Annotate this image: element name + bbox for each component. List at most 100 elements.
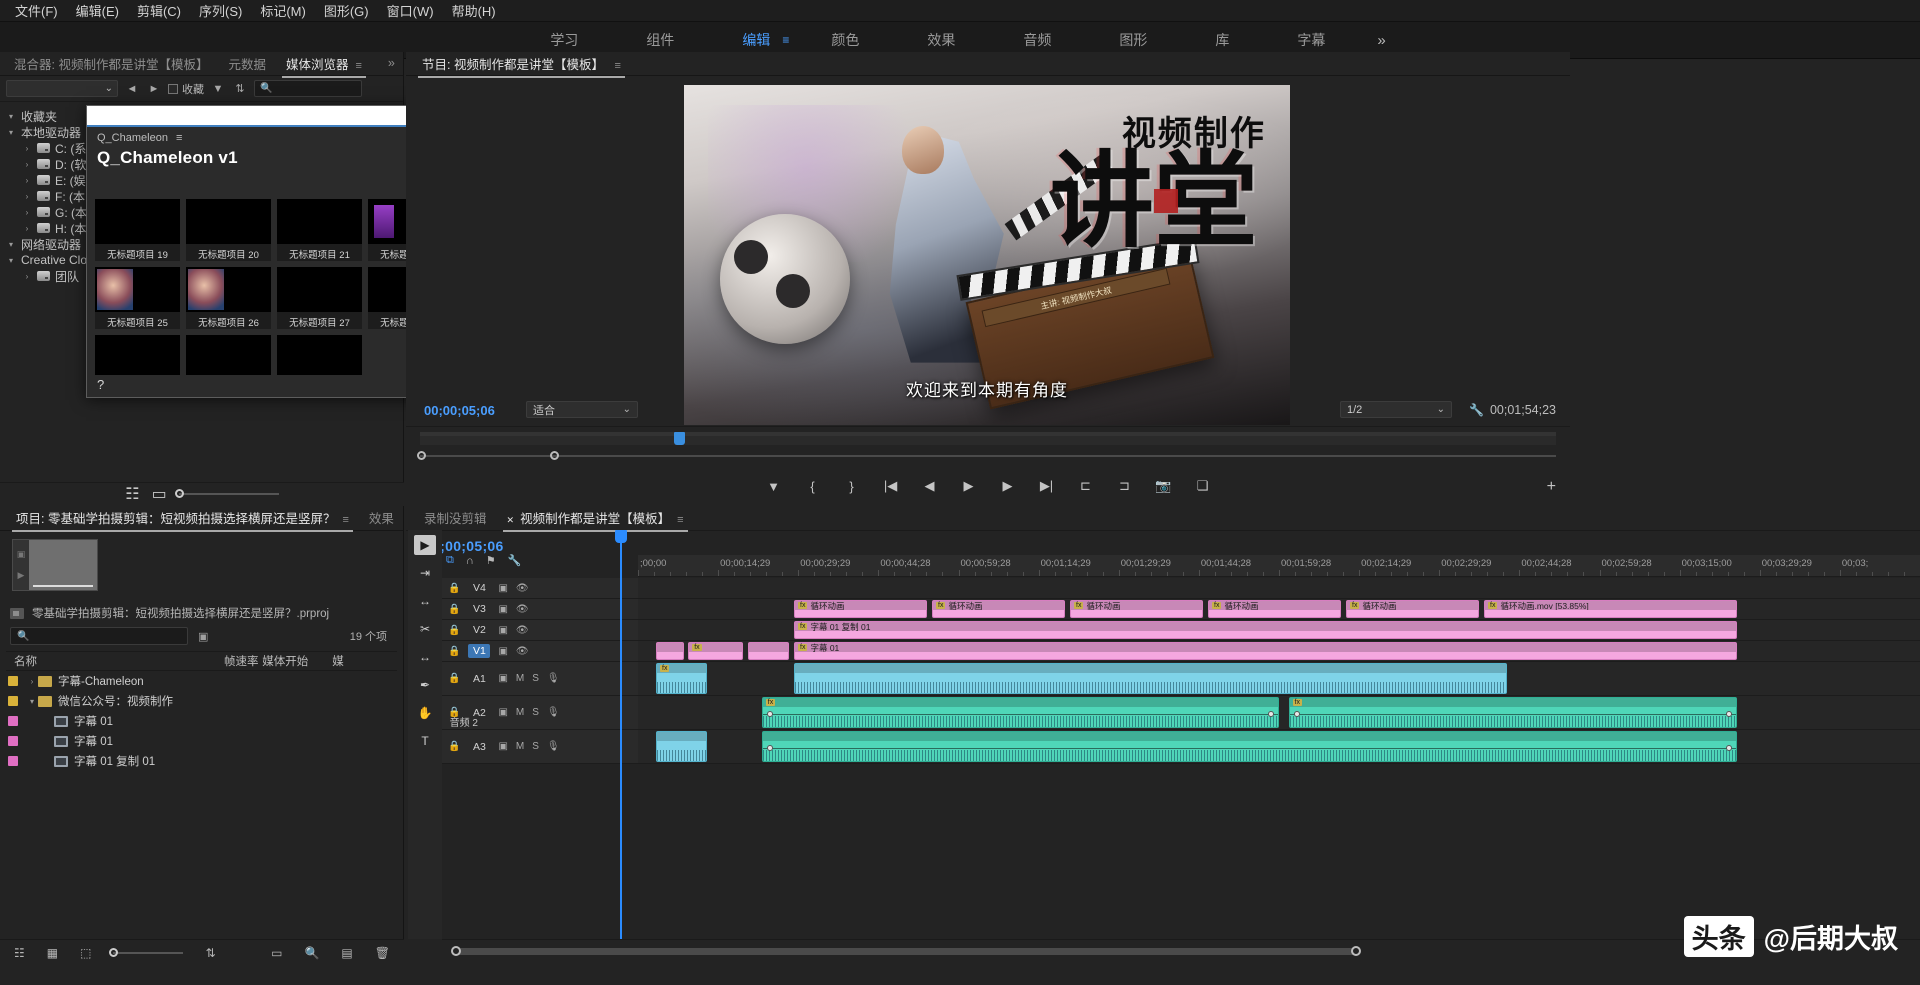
track-name-V2[interactable]: V2 (468, 624, 490, 636)
workspace-overflow-button[interactable]: » (1359, 28, 1403, 53)
project-row[interactable]: 字幕 01 复制 01 (6, 751, 397, 771)
project-row[interactable]: ▾微信公众号：视频制作 (6, 691, 397, 711)
search-icon[interactable]: 🔍 (304, 946, 319, 960)
fx-badge-icon[interactable]: fx (660, 665, 669, 672)
lock-icon[interactable]: 🔒 (448, 646, 460, 657)
lock-icon[interactable]: 🔒 (448, 673, 460, 684)
ripple-edit-tool[interactable]: ↔ (414, 591, 436, 611)
project-row[interactable]: 字幕 01 (6, 731, 397, 751)
popup-grid-item[interactable]: 无标题项目 19 (95, 199, 180, 261)
timeline-tab-1[interactable]: ✕视频制作都是讲堂【模板】≡ (497, 505, 694, 531)
icon-view-icon[interactable]: ▭ (152, 484, 167, 504)
eye-icon[interactable]: 👁 (516, 646, 529, 657)
menu-item-0[interactable]: 文件(F) (6, 0, 67, 21)
hamburger-icon[interactable]: ≡ (176, 132, 182, 144)
menu-item-1[interactable]: 编辑(E) (67, 0, 128, 21)
eye-icon[interactable]: 👁 (516, 604, 529, 615)
target-track-icon[interactable]: ▣ (498, 673, 507, 684)
new-item-icon[interactable]: ▤ (341, 946, 352, 960)
add-marker-icon[interactable]: ⚑ (486, 554, 496, 567)
solo-button[interactable]: S (532, 741, 539, 752)
extract-button[interactable]: ⊐ (1116, 478, 1134, 494)
help-icon[interactable]: ? (97, 377, 104, 392)
go-to-out-button[interactable]: ▶| (1038, 478, 1056, 494)
menu-item-3[interactable]: 序列(S) (190, 0, 251, 21)
popup-grid-item[interactable]: 无标题项目 25 (95, 267, 180, 329)
track-name-A3[interactable]: A3 (468, 741, 490, 753)
timeline-playhead[interactable] (620, 530, 622, 939)
menu-item-7[interactable]: 帮助(H) (443, 0, 505, 21)
track-lane-V3[interactable]: fx循环动画fx循环动画fx循环动画fx循环动画fx循环动画fx循环动画.mov… (638, 599, 1920, 619)
track-lane-V2[interactable]: fx字幕 01 复制 01 (638, 620, 1920, 640)
export-frame-button[interactable]: 📷 (1155, 478, 1173, 494)
fx-badge-icon[interactable]: fx (1293, 699, 1302, 706)
eye-icon[interactable]: 👁 (516, 583, 529, 594)
fit-dropdown[interactable]: 适合⌄ (526, 401, 638, 418)
list-view-icon[interactable]: ☷ (14, 946, 25, 960)
popup-grid-item[interactable]: 无标题项目 20 (186, 199, 271, 261)
go-to-in-button[interactable]: |◀ (882, 478, 900, 494)
timeline-clip[interactable] (656, 731, 707, 762)
arrow-left-icon[interactable]: ◄ (124, 81, 140, 97)
scroll-handle-right[interactable] (550, 451, 559, 460)
chevron-icon[interactable]: ▾ (6, 256, 16, 265)
comparison-view-button[interactable]: ❏ (1194, 478, 1212, 494)
timeline-clip[interactable]: fx循环动画 (932, 600, 1065, 618)
chevron-icon[interactable]: › (22, 224, 32, 233)
fx-badge-icon[interactable]: fx (798, 644, 807, 651)
type-tool[interactable]: T (414, 731, 436, 751)
microphone-icon[interactable]: 🎙 (547, 741, 560, 752)
solo-button[interactable]: S (532, 673, 539, 684)
project-tab-1[interactable]: 效果 (359, 505, 404, 531)
icon-view-icon[interactable]: ▦ (47, 946, 58, 960)
fx-badge-icon[interactable]: fx (798, 602, 807, 609)
lock-icon[interactable]: 🔒 (448, 625, 460, 636)
fx-badge-icon[interactable]: fx (798, 623, 807, 630)
fx-badge-icon[interactable]: fx (1350, 602, 1359, 609)
hamburger-icon[interactable]: ≡ (677, 514, 683, 526)
breadcrumb-label[interactable]: Q_Chameleon (97, 132, 168, 144)
lock-icon[interactable]: 🔒 (448, 583, 460, 594)
timeline-clip[interactable]: fx循环动画 (794, 600, 927, 618)
snap-toggle[interactable]: ⧉ (446, 554, 454, 567)
column-media-start[interactable]: 媒体开始 (262, 653, 332, 669)
delete-icon[interactable]: 🗑 (375, 946, 390, 960)
program-zoom-scrollbar[interactable] (420, 451, 1556, 461)
media-browser-view-dropdown[interactable]: ⌄ (6, 80, 118, 97)
target-track-icon[interactable]: ▣ (498, 707, 507, 718)
wrench-icon[interactable]: 🔧 (1469, 403, 1484, 417)
media-browser-search-input[interactable]: 🔍 (254, 80, 362, 97)
timeline-clip[interactable]: fx (1289, 697, 1738, 728)
media-browser-overflow-button[interactable]: » (378, 53, 405, 74)
hamburger-icon[interactable]: ≡ (614, 60, 620, 72)
add-marker-button[interactable]: ▼ (765, 479, 783, 494)
target-track-icon[interactable]: ▣ (498, 625, 507, 636)
target-track-icon[interactable]: ▣ (498, 646, 507, 657)
keyframe-dot[interactable] (1726, 745, 1732, 751)
project-row[interactable]: ›字幕-Chameleon (6, 671, 397, 691)
track-lane-V1[interactable]: fxfx字幕 01 (638, 641, 1920, 661)
timeline-clip[interactable]: fx字幕 01 (794, 642, 1737, 660)
track-lane-A3[interactable] (638, 730, 1920, 763)
project-search-input[interactable]: 🔍 (10, 627, 188, 645)
microphone-icon[interactable]: 🎙 (547, 707, 560, 718)
mute-button[interactable]: M (516, 741, 524, 752)
chevron-icon[interactable]: › (22, 192, 32, 201)
sliders-icon[interactable]: ⇅ (232, 81, 248, 97)
fx-badge-icon[interactable]: fx (1488, 602, 1497, 609)
list-view-icon[interactable]: ☷ (125, 484, 139, 504)
menu-item-2[interactable]: 剪辑(C) (128, 0, 190, 21)
timeline-clip[interactable]: fx循环动画.mov [53.85%] (1484, 600, 1737, 618)
fx-badge-icon[interactable]: fx (766, 699, 775, 706)
menu-item-5[interactable]: 图形(G) (315, 0, 378, 21)
keyframe-dot[interactable] (1726, 711, 1732, 717)
track-name-V1[interactable]: V1 (468, 644, 490, 658)
media-browser-tab-1[interactable]: 元数据 (218, 51, 276, 77)
button-editor-plus[interactable]: + (1547, 478, 1556, 496)
program-monitor-video[interactable]: 主讲: 视频制作大叔 视频制作 讲堂 欢迎来到本期有角度 (684, 85, 1290, 425)
keyframe-dot[interactable] (767, 711, 773, 717)
fx-badge-icon[interactable]: fx (936, 602, 945, 609)
slip-tool[interactable]: ↔ (414, 647, 436, 667)
new-bin-icon[interactable]: ▭ (271, 946, 282, 960)
popup-grid-item[interactable]: 无标题项目 26 (186, 267, 271, 329)
